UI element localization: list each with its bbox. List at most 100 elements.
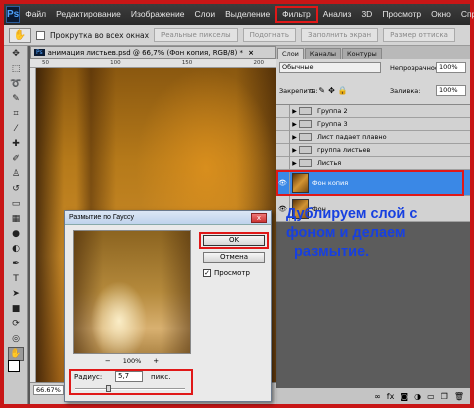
close-icon[interactable]: x xyxy=(251,213,267,223)
lock-icons[interactable]: ▫✎✥🔒 xyxy=(310,86,351,95)
menu-edit[interactable]: Редактирование xyxy=(51,6,126,23)
tutorial-annotation: Дублируем слой с фоном и делаем размытие… xyxy=(286,205,472,262)
fill-input[interactable]: 100% xyxy=(436,85,466,96)
menu-bar: Ps Файл Редактирование Изображение Слои … xyxy=(4,4,474,25)
stamp-tool-icon[interactable]: ♙ xyxy=(8,167,24,181)
tab-layers[interactable]: Слои xyxy=(277,48,304,59)
menu-analysis[interactable]: Анализ xyxy=(318,6,357,23)
options-bar: ✋ Прокрутка во всех окнах Реальные пиксе… xyxy=(4,25,470,46)
lasso-tool-icon[interactable]: ➰ xyxy=(8,77,24,91)
layer-name: Лист падает плавно xyxy=(317,133,387,141)
radius-slider-thumb[interactable] xyxy=(106,385,111,392)
path-select-tool-icon[interactable]: ➤ xyxy=(8,287,24,301)
dodge-tool-icon[interactable]: ◐ xyxy=(8,242,24,256)
healing-tool-icon[interactable]: ✚ xyxy=(8,137,24,151)
tab-channels[interactable]: Каналы xyxy=(304,48,342,59)
shape-tool-icon[interactable]: ■ xyxy=(8,302,24,316)
eyedropper-tool-icon[interactable]: ⁄ xyxy=(8,122,24,136)
checkmark-icon[interactable]: ✓ xyxy=(203,269,211,277)
layer-name: Фон копия xyxy=(312,178,349,187)
expand-arrow-icon[interactable]: ▶ xyxy=(290,108,299,115)
brush-tool-icon[interactable]: ✐ xyxy=(8,152,24,166)
menu-3d[interactable]: 3D xyxy=(356,6,377,23)
folder-icon xyxy=(299,146,312,154)
folder-icon xyxy=(299,107,312,115)
close-icon[interactable]: × xyxy=(248,49,254,57)
fit-screen-button[interactable]: Подогнать xyxy=(242,28,297,42)
actual-pixels-button[interactable]: Реальные пикселы xyxy=(154,28,238,42)
quick-select-tool-icon[interactable]: ✎ xyxy=(8,92,24,106)
menu-filter[interactable]: Фильтр xyxy=(275,6,318,23)
cancel-button[interactable]: Отмена xyxy=(203,252,265,263)
blur-preview[interactable] xyxy=(73,230,191,354)
menu-layers[interactable]: Слои xyxy=(189,6,220,23)
visibility-toggle[interactable] xyxy=(276,130,290,144)
menu-view[interactable]: Просмотр xyxy=(377,6,426,23)
layer-row[interactable]: ▶ группа листьев xyxy=(276,143,470,157)
menu-image[interactable]: Изображение xyxy=(126,6,190,23)
new-group-icon[interactable]: ▭ xyxy=(427,392,435,401)
layer-row[interactable]: ▶ Группа 3 xyxy=(276,117,470,131)
layers-controls: Обычные Непрозрачность: 100% Закрепить: … xyxy=(276,59,470,105)
crop-tool-icon[interactable]: ⌗ xyxy=(8,107,24,121)
layer-row[interactable]: ▶ Лист падает плавно xyxy=(276,130,470,144)
preview-checkbox[interactable]: ✓ Просмотр xyxy=(203,269,250,277)
pen-tool-icon[interactable]: ✒ xyxy=(8,257,24,271)
hand-icon[interactable]: ✋ xyxy=(9,27,31,43)
move-tool-icon[interactable]: ✥ xyxy=(8,47,24,61)
3d-rotate-tool-icon[interactable]: ⟳ xyxy=(8,317,24,331)
marquee-tool-icon[interactable]: ⬚ xyxy=(8,62,24,76)
eraser-tool-icon[interactable]: ▭ xyxy=(8,197,24,211)
layer-row-selected[interactable]: 👁 Фон копия xyxy=(276,169,470,196)
layer-name: группа листьев xyxy=(317,146,371,154)
layer-row[interactable]: ▶ Листья xyxy=(276,156,470,170)
ruler-tick: 100 xyxy=(110,60,121,66)
menu-select[interactable]: Выделение xyxy=(220,6,275,23)
radius-slider[interactable] xyxy=(75,388,185,390)
radius-input[interactable]: 5,7 xyxy=(115,371,143,382)
zoom-level[interactable]: 66.67% xyxy=(33,385,64,395)
tab-paths[interactable]: Контуры xyxy=(342,48,382,59)
type-tool-icon[interactable]: T xyxy=(8,272,24,286)
menu-file[interactable]: Файл xyxy=(20,6,51,23)
visibility-toggle[interactable] xyxy=(276,117,290,131)
expand-arrow-icon[interactable]: ▶ xyxy=(290,160,299,167)
print-size-button[interactable]: Размер оттиска xyxy=(383,28,455,42)
expand-arrow-icon[interactable]: ▶ xyxy=(290,147,299,154)
eye-icon[interactable]: 👁 xyxy=(276,169,290,196)
layer-row[interactable]: ▶ Группа 2 xyxy=(276,104,470,118)
history-brush-tool-icon[interactable]: ↺ xyxy=(8,182,24,196)
mask-icon[interactable]: ◙ xyxy=(400,392,408,401)
photoshop-logo: Ps xyxy=(6,6,21,23)
fx-icon[interactable]: fx xyxy=(387,392,395,401)
adjustment-icon[interactable]: ◑ xyxy=(414,392,421,401)
blend-mode-select[interactable]: Обычные xyxy=(279,62,381,73)
menu-window[interactable]: Окно xyxy=(426,6,456,23)
fill-label: Заливка: xyxy=(390,87,421,95)
menu-help[interactable]: Справка xyxy=(456,6,474,23)
new-layer-icon[interactable]: ❐ xyxy=(441,392,448,401)
link-icon[interactable]: ∞ xyxy=(374,392,381,401)
opacity-input[interactable]: 100% xyxy=(436,62,466,73)
layer-name: Листья xyxy=(317,159,342,167)
ruler-tick: 200 xyxy=(253,60,264,66)
ok-button[interactable]: OK xyxy=(203,235,265,246)
visibility-toggle[interactable] xyxy=(276,104,290,118)
3d-camera-tool-icon[interactable]: ◎ xyxy=(8,332,24,346)
foreground-color-swatch[interactable] xyxy=(8,360,20,372)
gradient-tool-icon[interactable]: ▦ xyxy=(8,212,24,226)
visibility-toggle[interactable] xyxy=(276,143,290,157)
hand-tool-icon[interactable]: ✋ xyxy=(8,347,24,361)
scroll-all-checkbox[interactable] xyxy=(36,30,45,40)
expand-arrow-icon[interactable]: ▶ xyxy=(290,134,299,141)
zoom-in-icon[interactable]: + xyxy=(153,357,159,365)
document-tab[interactable]: Ps анимация листьев.psd @ 66,7% (Фон коп… xyxy=(30,46,276,59)
visibility-toggle[interactable] xyxy=(276,156,290,170)
expand-arrow-icon[interactable]: ▶ xyxy=(290,121,299,128)
blur-tool-icon[interactable]: ● xyxy=(8,227,24,241)
dialog-title-bar[interactable]: Размытие по Гауссу xyxy=(65,211,271,225)
zoom-out-icon[interactable]: − xyxy=(105,357,111,365)
trash-icon[interactable]: 🗑 xyxy=(454,392,464,401)
preview-label: Просмотр xyxy=(214,269,250,277)
fill-screen-button[interactable]: Заполнить экран xyxy=(301,28,379,42)
